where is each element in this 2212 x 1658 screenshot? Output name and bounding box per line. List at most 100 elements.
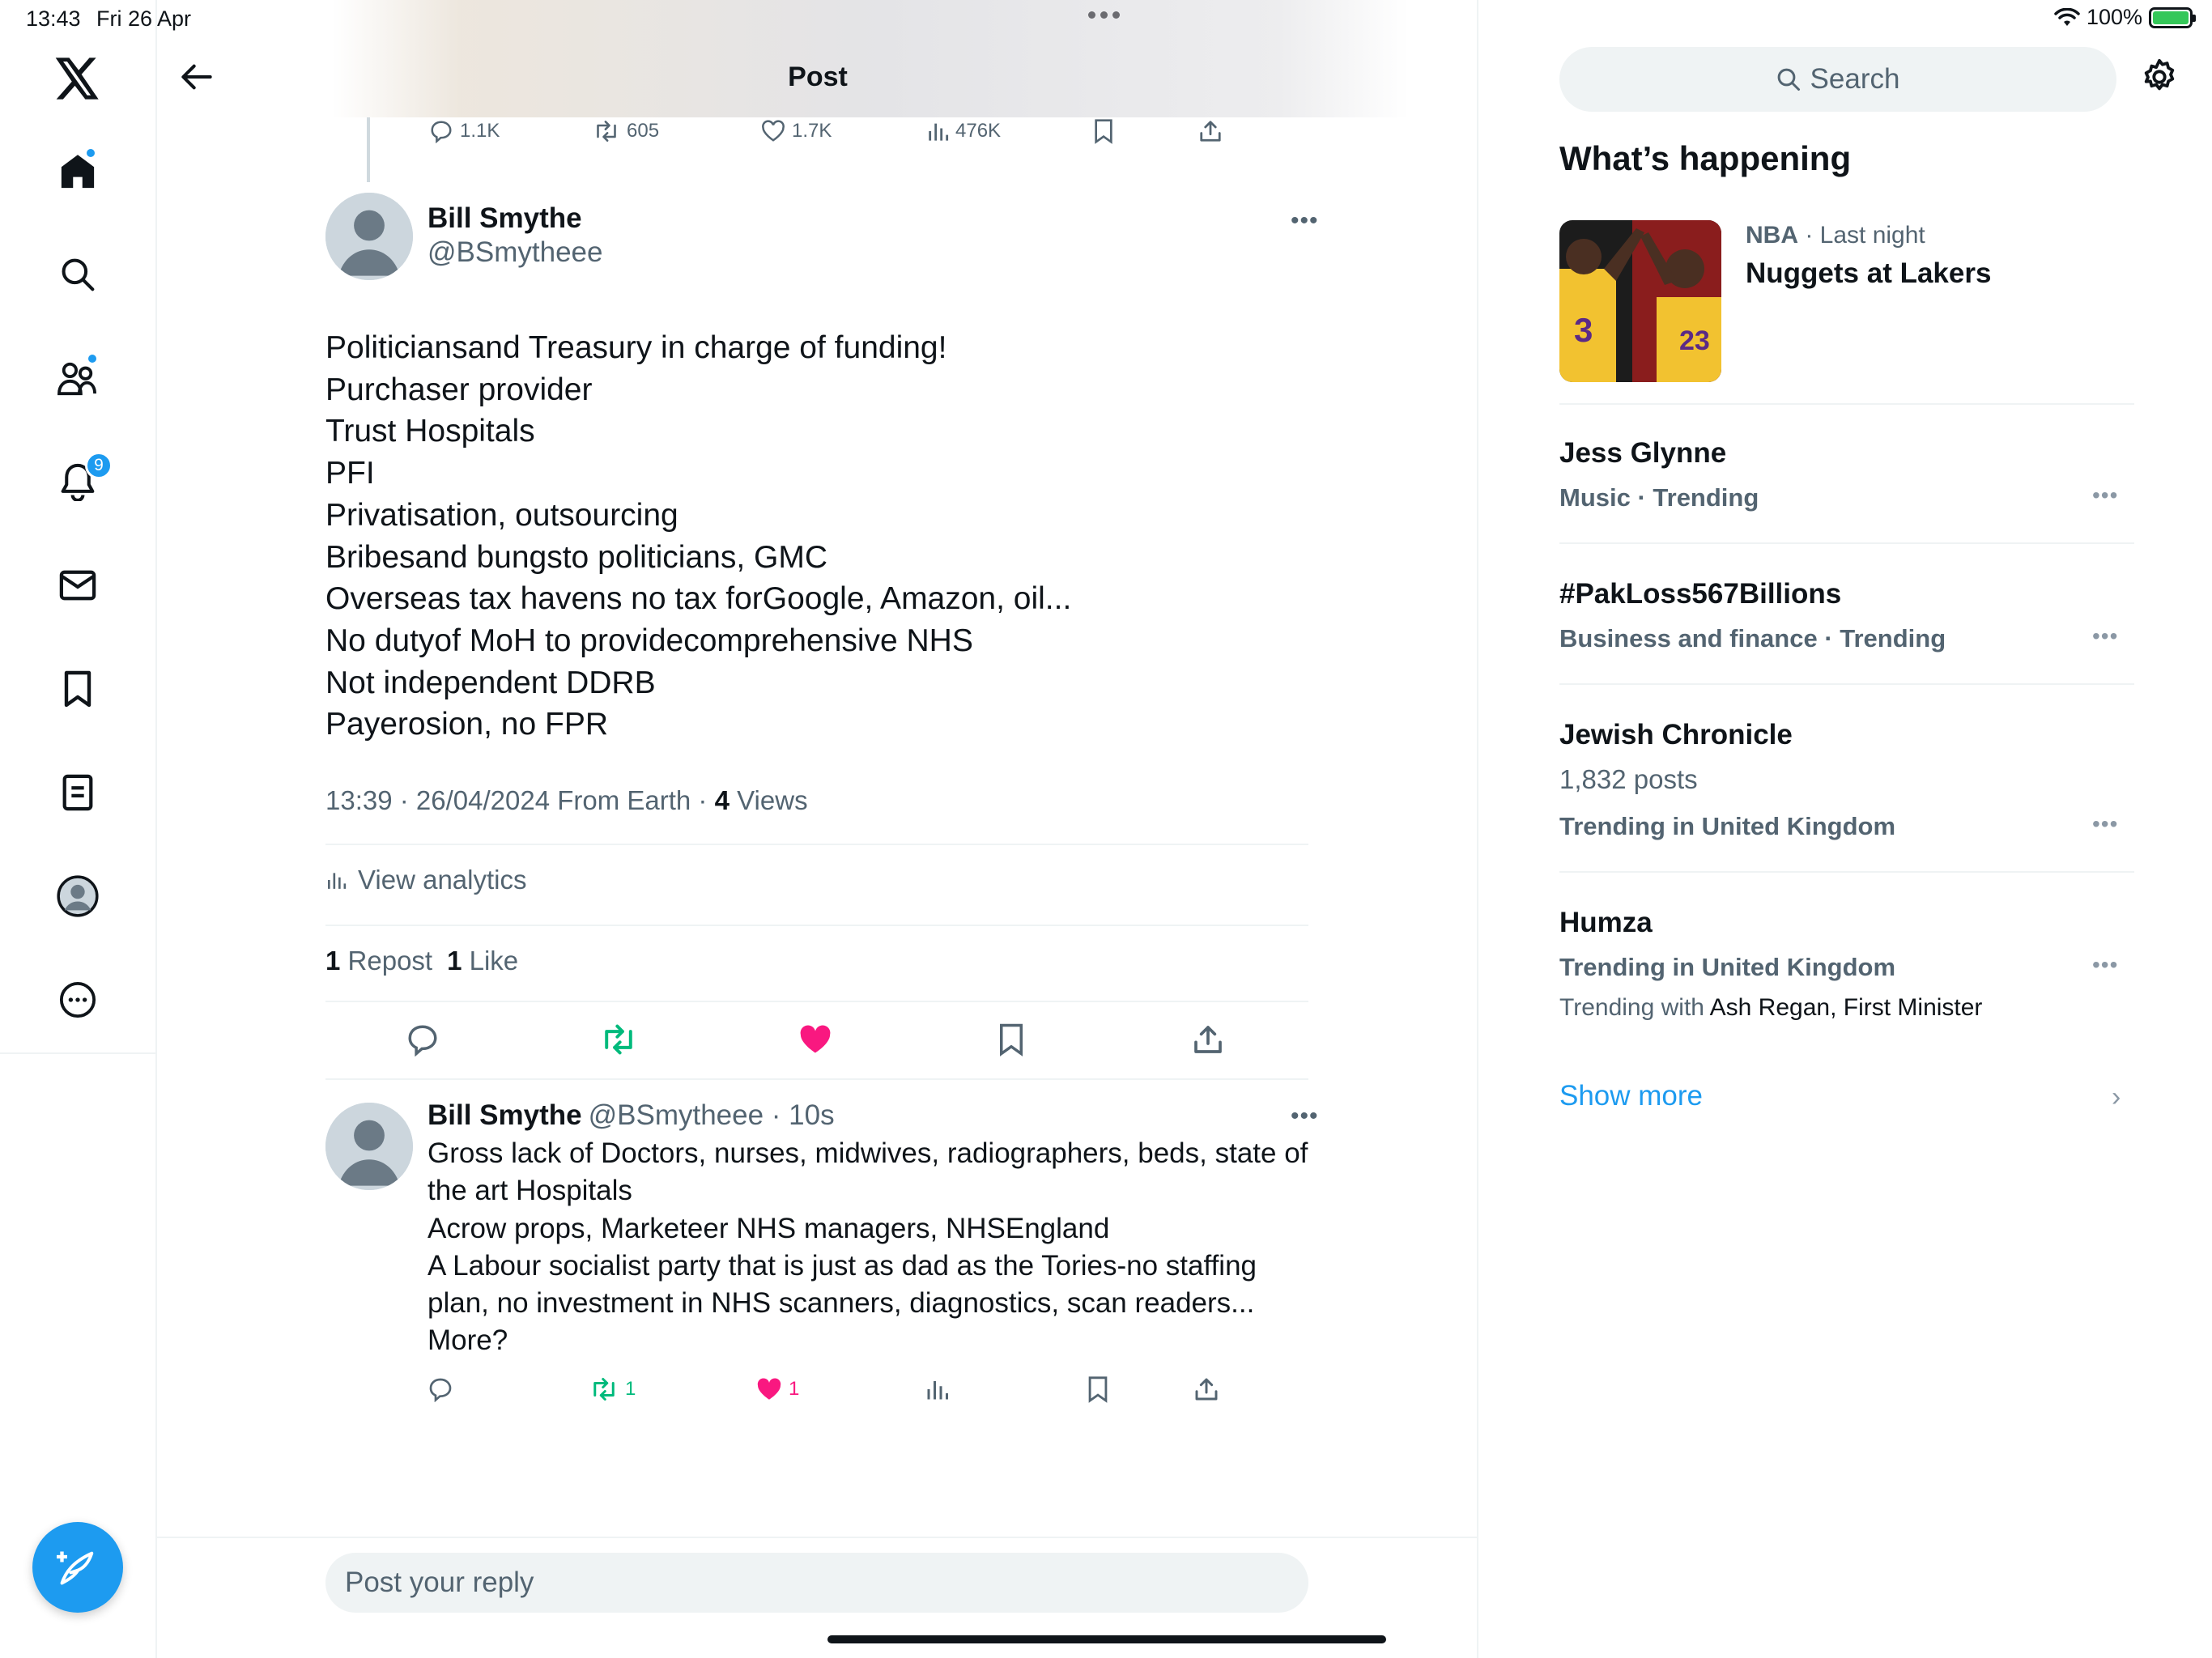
news-thumbnail[interactable]: 3 23 (1559, 220, 1721, 382)
search-placeholder: Search (1810, 63, 1900, 95)
wifi-icon (2054, 7, 2080, 28)
page-title: Post (788, 62, 848, 92)
reposts-count-link[interactable]: 1 Repost (325, 946, 432, 976)
home-indicator[interactable] (827, 1635, 1386, 1643)
share-icon[interactable] (1189, 1020, 1227, 1059)
repost-icon (593, 1378, 615, 1401)
bookmark-icon (1088, 1376, 1108, 1403)
multitasking-grabber[interactable] (1088, 11, 1120, 19)
parent-views-button[interactable]: 476K (926, 115, 1001, 147)
notifications-bell-icon[interactable]: 9 (51, 452, 113, 508)
trend-subtitle: Business and finance · Trending (1559, 624, 1946, 653)
post-text-line: Politiciansand Treasury in charge of fun… (325, 330, 947, 365)
compose-post-button[interactable] (32, 1522, 123, 1613)
trend-more-icon[interactable]: ••• (2092, 623, 2118, 649)
lists-icon[interactable] (51, 766, 104, 819)
show-more-link[interactable]: Show more (1559, 1080, 1703, 1112)
battery-percentage: 100% (2086, 5, 2142, 29)
chevron-right-icon: › (2112, 1082, 2121, 1112)
author-avatar[interactable] (325, 193, 413, 280)
author-name[interactable]: Bill Smythe (428, 202, 582, 235)
reply-text-line: the art Hospitals (428, 1175, 632, 1207)
home-unread-dot (85, 147, 96, 159)
likes-count-link[interactable]: 1 Like (447, 946, 518, 976)
parent-bookmark-button[interactable] (1093, 115, 1114, 147)
author-handle[interactable]: @BSmytheee (428, 236, 602, 269)
divider (325, 844, 1308, 845)
trend-title[interactable]: Jess Glynne (1559, 437, 1726, 470)
reply-share-button[interactable] (1193, 1373, 1219, 1405)
parent-repost-button[interactable]: 605 (593, 115, 659, 147)
news-title[interactable]: Nuggets at Lakers (1746, 257, 1991, 290)
trend-subtitle: Trending in United Kingdom (1559, 812, 1896, 840)
share-icon (1200, 121, 1221, 142)
reply-repost-button[interactable]: 1 (589, 1373, 636, 1405)
trend-title[interactable]: Humza (1559, 907, 1653, 939)
bookmarks-icon[interactable] (51, 662, 104, 716)
status-indicators: 100% (2054, 5, 2196, 30)
post-text-line: Bribesand bungsto politicians, GMC (325, 539, 827, 575)
reply-reply-button[interactable] (428, 1373, 453, 1405)
engagement-counts: 1 Repost 1 Like (325, 946, 518, 976)
reply-author-avatar[interactable] (325, 1103, 413, 1190)
bookmark-icon[interactable] (992, 1020, 1031, 1059)
notifications-badge: 9 (85, 452, 113, 479)
repost-icon (597, 121, 616, 142)
reply-like-count: 1 (789, 1378, 800, 1400)
news-time: · Last night (1798, 222, 1925, 249)
parent-like-button[interactable]: 1.7K (761, 115, 832, 147)
home-icon[interactable] (51, 144, 104, 198)
trend-title[interactable]: Jewish Chronicle (1559, 719, 1793, 751)
search-icon[interactable] (51, 248, 104, 301)
trend-more-icon[interactable]: ••• (2092, 952, 2118, 978)
post-more-icon[interactable]: ••• (1291, 207, 1319, 235)
trend-related-terms[interactable]: Ash Regan, First Minister (1710, 994, 1983, 1021)
trend-post-count: 1,832 posts (1559, 764, 1698, 794)
trend-more-icon[interactable]: ••• (2092, 811, 2118, 837)
more-options-icon[interactable] (51, 973, 104, 1027)
trend-divider (1559, 403, 2134, 405)
post-text-line: No dutyof MoH to providecomprehensive NH… (325, 623, 973, 658)
reply-header: Bill Smythe @BSmytheee · 10s (428, 1099, 835, 1132)
reply-text-line: More? (428, 1324, 508, 1357)
reply-bookmark-button[interactable] (1087, 1373, 1109, 1405)
profile-avatar-icon[interactable] (51, 869, 104, 923)
x-logo-icon[interactable] (51, 52, 104, 105)
parent-reply-button[interactable]: 1.1K (429, 115, 500, 147)
reply-repost-count: 1 (625, 1378, 636, 1400)
header-background (332, 0, 1409, 117)
post-timestamp[interactable]: 13:39 · 26/04/2024 From Earth · (325, 785, 715, 815)
parent-reply-count: 1.1K (460, 120, 500, 142)
communities-icon[interactable] (51, 351, 104, 405)
back-arrow-icon[interactable] (177, 57, 217, 97)
nav-divider (0, 1052, 157, 1054)
svg-text:23: 23 (1679, 325, 1710, 356)
divider (325, 925, 1308, 926)
heart-icon[interactable] (796, 1020, 835, 1059)
bookmark-icon (1095, 119, 1112, 144)
views-chart-icon (927, 1381, 948, 1400)
repost-icon[interactable] (599, 1020, 638, 1059)
view-analytics-label: View analytics (358, 865, 527, 895)
post-text-line: Trust Hospitals (325, 414, 535, 449)
reply-views-button[interactable] (925, 1373, 949, 1405)
reply-like-button[interactable]: 1 (756, 1373, 799, 1405)
reply-author-name[interactable]: Bill Smythe (428, 1099, 582, 1131)
reply-icon[interactable] (403, 1020, 442, 1059)
trend-more-icon[interactable]: ••• (2092, 483, 2118, 508)
reply-author-handle[interactable]: @BSmytheee · 10s (589, 1099, 835, 1131)
settings-gear-icon[interactable] (2141, 58, 2181, 99)
reply-more-icon[interactable]: ••• (1291, 1103, 1319, 1130)
views-count: 4 (714, 785, 730, 815)
news-category: NBA (1746, 222, 1798, 249)
search-input[interactable]: Search (1559, 47, 2116, 112)
parent-like-count: 1.7K (792, 120, 832, 142)
reply-icon (429, 1378, 452, 1402)
reply-input[interactable]: Post your reply (325, 1553, 1308, 1613)
trend-title[interactable]: #PakLoss567Billions (1559, 578, 1841, 610)
reply-text-line: Gross lack of Doctors, nurses, midwives,… (428, 1137, 1308, 1169)
messages-envelope-icon[interactable] (51, 559, 104, 612)
view-analytics-link[interactable]: View analytics (325, 865, 527, 895)
parent-share-button[interactable] (1198, 115, 1223, 147)
heart-icon (762, 120, 785, 142)
